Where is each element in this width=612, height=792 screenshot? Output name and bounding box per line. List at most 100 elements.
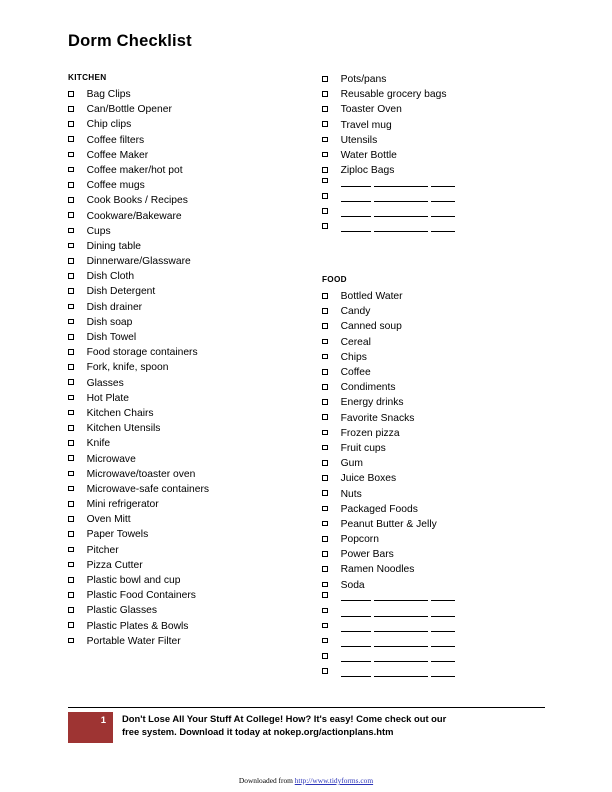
write-in-rule[interactable] bbox=[340, 676, 455, 678]
list-item[interactable]: Ziploc Bags bbox=[322, 163, 572, 178]
list-item[interactable]: Energy drinks bbox=[322, 395, 572, 410]
list-item[interactable]: Kitchen Chairs bbox=[68, 406, 318, 421]
list-item[interactable]: Dish Towel bbox=[68, 330, 318, 345]
list-item[interactable]: Microwave-safe containers bbox=[68, 482, 318, 497]
checkbox-icon[interactable] bbox=[322, 193, 328, 199]
list-item[interactable]: Candy bbox=[322, 304, 572, 319]
checkbox-icon[interactable] bbox=[68, 531, 74, 537]
checkbox-icon[interactable] bbox=[68, 470, 74, 477]
checkbox-icon[interactable] bbox=[322, 460, 328, 466]
list-item[interactable]: Plastic Food Containers bbox=[68, 588, 318, 603]
list-item[interactable]: Cookware/Bakeware bbox=[68, 209, 318, 224]
list-item[interactable]: Glasses bbox=[68, 376, 318, 391]
write-in-item[interactable] bbox=[322, 622, 572, 638]
write-in-item[interactable] bbox=[322, 637, 572, 653]
write-in-item[interactable] bbox=[322, 668, 572, 684]
checkbox-icon[interactable] bbox=[322, 520, 328, 527]
write-in-item[interactable] bbox=[322, 193, 572, 209]
list-item[interactable]: Plastic Plates & Bowls bbox=[68, 619, 318, 634]
list-item[interactable]: Popcorn bbox=[322, 532, 572, 547]
write-in-rule[interactable] bbox=[340, 630, 455, 632]
list-item[interactable]: Reusable grocery bags bbox=[322, 87, 572, 102]
checkbox-icon[interactable] bbox=[322, 414, 328, 421]
checkbox-icon[interactable] bbox=[322, 637, 328, 644]
list-item[interactable]: Coffee maker/hot pot bbox=[68, 163, 318, 178]
checkbox-icon[interactable] bbox=[68, 394, 74, 401]
checkbox-icon[interactable] bbox=[322, 368, 328, 375]
checkbox-icon[interactable] bbox=[68, 212, 74, 218]
checkbox-icon[interactable] bbox=[68, 151, 74, 158]
write-in-item[interactable] bbox=[322, 653, 572, 669]
checkbox-icon[interactable] bbox=[68, 227, 74, 234]
write-in-rule[interactable] bbox=[340, 600, 455, 602]
checkbox-icon[interactable] bbox=[68, 106, 74, 112]
checkbox-icon[interactable] bbox=[322, 151, 328, 158]
list-item[interactable]: Mini refrigerator bbox=[68, 497, 318, 512]
checkbox-icon[interactable] bbox=[322, 490, 328, 496]
checkbox-icon[interactable] bbox=[322, 308, 328, 314]
checkbox-icon[interactable] bbox=[68, 592, 74, 598]
list-item[interactable]: Bag Clips bbox=[68, 87, 318, 102]
checkbox-icon[interactable] bbox=[322, 581, 328, 588]
list-item[interactable]: Pizza Cutter bbox=[68, 558, 318, 573]
checkbox-icon[interactable] bbox=[322, 323, 328, 329]
list-item[interactable]: Coffee bbox=[322, 365, 572, 380]
list-item[interactable]: Hot Plate bbox=[68, 391, 318, 406]
list-item[interactable]: Juice Boxes bbox=[322, 471, 572, 486]
checkbox-icon[interactable] bbox=[322, 91, 328, 97]
list-item[interactable]: Gum bbox=[322, 456, 572, 471]
list-item[interactable]: Water Bottle bbox=[322, 148, 572, 163]
list-item[interactable]: Frozen pizza bbox=[322, 426, 572, 441]
list-item[interactable]: Paper Towels bbox=[68, 527, 318, 542]
checkbox-icon[interactable] bbox=[322, 384, 328, 390]
list-item[interactable]: Plastic Glasses bbox=[68, 603, 318, 618]
list-item[interactable]: Can/Bottle Opener bbox=[68, 102, 318, 117]
list-item[interactable]: Pots/pans bbox=[322, 72, 572, 87]
write-in-rule[interactable] bbox=[340, 201, 455, 203]
checkbox-icon[interactable] bbox=[68, 500, 74, 507]
checkbox-icon[interactable] bbox=[68, 379, 74, 386]
checkbox-icon[interactable] bbox=[68, 607, 74, 613]
list-item[interactable]: Plastic bowl and cup bbox=[68, 573, 318, 588]
list-item[interactable]: Ramen Noodles bbox=[322, 562, 572, 577]
checkbox-icon[interactable] bbox=[322, 106, 328, 112]
checkbox-icon[interactable] bbox=[322, 136, 328, 143]
checkbox-icon[interactable] bbox=[68, 166, 74, 173]
checkbox-icon[interactable] bbox=[322, 292, 328, 299]
checkbox-icon[interactable] bbox=[322, 429, 328, 436]
checkbox-icon[interactable] bbox=[68, 622, 74, 629]
checkbox-icon[interactable] bbox=[322, 223, 328, 229]
checkbox-icon[interactable] bbox=[68, 242, 74, 249]
list-item[interactable]: Cups bbox=[68, 224, 318, 239]
checkbox-icon[interactable] bbox=[68, 576, 74, 583]
list-item[interactable]: Coffee Maker bbox=[68, 148, 318, 163]
list-item[interactable]: Utensils bbox=[322, 133, 572, 148]
checkbox-icon[interactable] bbox=[68, 349, 74, 355]
write-in-item[interactable] bbox=[322, 177, 572, 193]
checkbox-icon[interactable] bbox=[68, 516, 74, 522]
write-in-rule[interactable] bbox=[340, 661, 455, 663]
list-item[interactable]: Bottled Water bbox=[322, 289, 572, 304]
write-in-rule[interactable] bbox=[340, 185, 455, 187]
list-item[interactable]: Power Bars bbox=[322, 547, 572, 562]
checkbox-icon[interactable] bbox=[68, 197, 74, 203]
list-item[interactable]: Food storage containers bbox=[68, 345, 318, 360]
write-in-rule[interactable] bbox=[340, 216, 455, 218]
checkbox-icon[interactable] bbox=[322, 121, 328, 128]
list-item[interactable]: Portable Water Filter bbox=[68, 634, 318, 649]
list-item[interactable]: Coffee mugs bbox=[68, 178, 318, 193]
checkbox-icon[interactable] bbox=[322, 167, 328, 173]
checkbox-icon[interactable] bbox=[68, 409, 74, 416]
list-item[interactable]: Toaster Oven bbox=[322, 102, 572, 117]
list-item[interactable]: Knife bbox=[68, 436, 318, 451]
checkbox-icon[interactable] bbox=[322, 208, 328, 214]
checkbox-icon[interactable] bbox=[68, 90, 74, 97]
checkbox-icon[interactable] bbox=[322, 177, 328, 184]
list-item[interactable]: Favorite Snacks bbox=[322, 411, 572, 426]
list-item[interactable]: Microwave/toaster oven bbox=[68, 467, 318, 482]
checkbox-icon[interactable] bbox=[68, 333, 74, 340]
list-item[interactable]: Soda bbox=[322, 578, 572, 593]
list-item[interactable]: Packaged Foods bbox=[322, 502, 572, 517]
checkbox-icon[interactable] bbox=[68, 288, 74, 294]
checkbox-icon[interactable] bbox=[68, 121, 74, 127]
